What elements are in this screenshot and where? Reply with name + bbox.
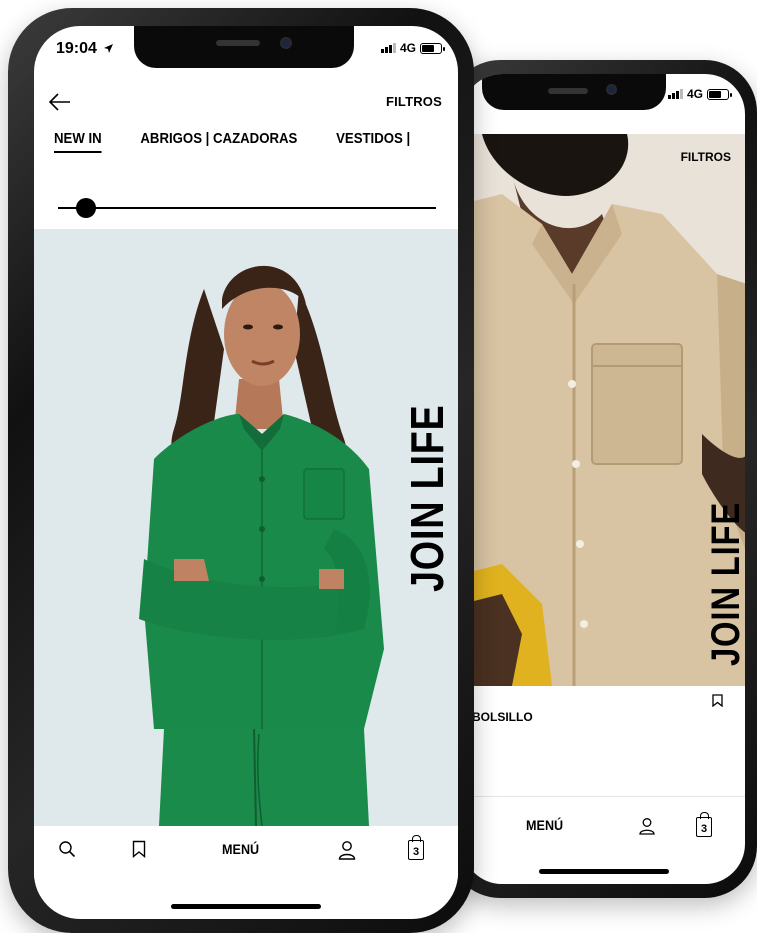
speaker: [548, 88, 588, 94]
hero-image[interactable]: [34, 229, 458, 826]
tab-abrigos-cazadoras[interactable]: ABRIGOS | CAZADORAS: [140, 130, 297, 153]
network-label: 4G: [399, 41, 416, 55]
menu-button[interactable]: MENÚ: [222, 841, 259, 857]
signal-icon: [667, 89, 683, 99]
front-camera: [606, 84, 617, 95]
back-arrow-icon[interactable]: [48, 92, 74, 114]
bottom-nav: MENÚ 3: [462, 796, 745, 856]
notch: [134, 26, 354, 68]
cart-count: 3: [412, 845, 420, 858]
model-photo: [34, 229, 458, 826]
speaker: [216, 40, 260, 46]
product-image[interactable]: [462, 134, 745, 686]
battery-icon: [420, 42, 445, 54]
back-phone-screen: 4G FILTROS JOIN LIFE BOLSILLO MENÚ 3: [462, 74, 745, 884]
cart-count: 3: [700, 822, 708, 835]
filters-button[interactable]: FILTROS: [386, 94, 442, 109]
cart-button[interactable]: 3: [408, 835, 424, 860]
top-bar: FILTROS: [34, 90, 458, 118]
user-icon[interactable]: [638, 817, 656, 835]
home-indicator: [538, 869, 669, 874]
user-icon[interactable]: [338, 840, 356, 860]
battery-icon: [707, 88, 732, 100]
network-label: 4G: [686, 87, 703, 101]
front-phone-screen: 19:04 4G FILTROS NEW IN ABRIGOS | CAZADO…: [34, 26, 458, 919]
product-title[interactable]: BOLSILLO: [472, 710, 533, 724]
category-tabs: NEW IN ABRIGOS | CAZADORAS VESTIDOS |: [54, 130, 410, 153]
cart-button[interactable]: 3: [696, 812, 712, 837]
front-camera: [280, 37, 292, 49]
tab-new-in[interactable]: NEW IN: [54, 130, 102, 153]
slider-track: [58, 207, 436, 209]
menu-button[interactable]: MENÚ: [526, 817, 563, 833]
location-arrow-icon: [104, 44, 114, 54]
back-phone-frame: 4G FILTROS JOIN LIFE BOLSILLO MENÚ 3: [448, 60, 757, 898]
notch: [482, 74, 666, 110]
search-icon[interactable]: [58, 840, 76, 858]
join-life-label: JOIN LIFE: [704, 501, 745, 666]
slider-thumb[interactable]: [75, 198, 96, 218]
status-time-text: 19:04: [56, 40, 97, 57]
home-indicator: [171, 904, 321, 909]
cart-icon: 3: [408, 835, 424, 860]
cart-icon: 3: [696, 812, 712, 837]
bottom-nav: MENÚ 3: [34, 826, 458, 880]
bookmark-icon[interactable]: [132, 840, 146, 858]
scroll-slider[interactable]: [58, 198, 436, 218]
front-phone-frame: 19:04 4G FILTROS NEW IN ABRIGOS | CAZADO…: [8, 8, 474, 933]
join-life-label: JOIN LIFE: [401, 404, 453, 592]
status-indicators: 4G: [667, 87, 732, 101]
bookmark-icon[interactable]: [712, 694, 723, 712]
tab-vestidos[interactable]: VESTIDOS |: [336, 130, 410, 153]
status-indicators: 4G: [380, 41, 445, 55]
signal-icon: [380, 43, 396, 53]
filters-button[interactable]: FILTROS: [681, 150, 731, 164]
model-photo: [462, 134, 745, 686]
status-time: 19:04: [56, 40, 114, 58]
